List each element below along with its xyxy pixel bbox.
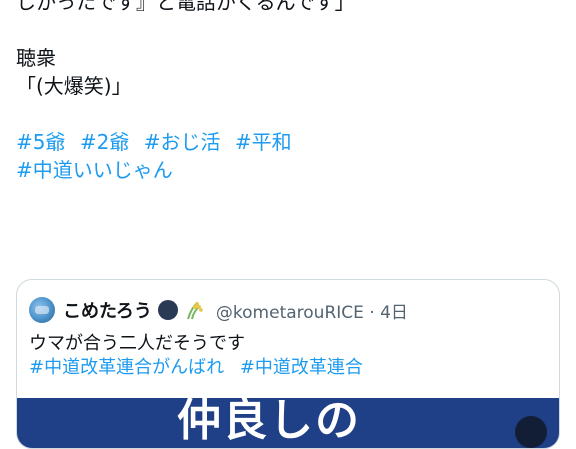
moon-icon <box>157 300 178 320</box>
quote-tweet-header: こめたろう @kometarouRICE · 4日 <box>29 296 408 324</box>
hashtag-link[interactable]: #平和 <box>235 130 292 154</box>
media-overlay-icon[interactable] <box>515 416 547 448</box>
hashtag-link[interactable]: #おじ活 <box>144 130 221 154</box>
tweet-line-partial: しかったです』と電話がくるんです」 <box>16 0 355 14</box>
tweet-text: しかったです』と電話がくるんです」 聴衆 「(大爆笑)」 #5爺 #2爺 #おじ… <box>16 0 560 184</box>
hashtag-row: #中道いいじゃん <box>16 156 560 184</box>
rice-plant-icon <box>186 302 203 320</box>
hashtag-link[interactable]: #中道改革連合 <box>240 357 363 378</box>
quote-tweet-media[interactable]: 仲良しの <box>17 398 559 448</box>
quote-tweet-card[interactable]: こめたろう @kometarouRICE · 4日 ウマが合う二人だそうです #… <box>16 279 560 449</box>
hashtag-row: #5爺 #2爺 #おじ活 #平和 <box>16 128 560 156</box>
hashtag-link[interactable]: #中道いいじゃん <box>16 158 173 182</box>
avatar[interactable] <box>29 297 55 323</box>
quote-tweet-body: ウマが合う二人だそうです #中道改革連合がんばれ #中道改革連合 <box>29 332 373 380</box>
hashtag-link[interactable]: #2爺 <box>80 130 129 154</box>
tweet-line-quote: 「(大爆笑)」 <box>16 74 132 98</box>
quote-tweet-text: ウマが合う二人だそうです <box>29 333 245 354</box>
media-caption: 仲良しの <box>177 398 361 446</box>
hashtag-link[interactable]: #5爺 <box>16 130 65 154</box>
author-handle-time[interactable]: @kometarouRICE · 4日 <box>216 298 408 323</box>
quote-tweet-hashtags: #中道改革連合がんばれ #中道改革連合 <box>29 356 373 380</box>
hashtag-link[interactable]: #中道改革連合がんばれ <box>29 357 224 378</box>
author-name[interactable]: こめたろう <box>63 297 152 323</box>
tweet-line-speaker: 聴衆 <box>16 46 56 70</box>
